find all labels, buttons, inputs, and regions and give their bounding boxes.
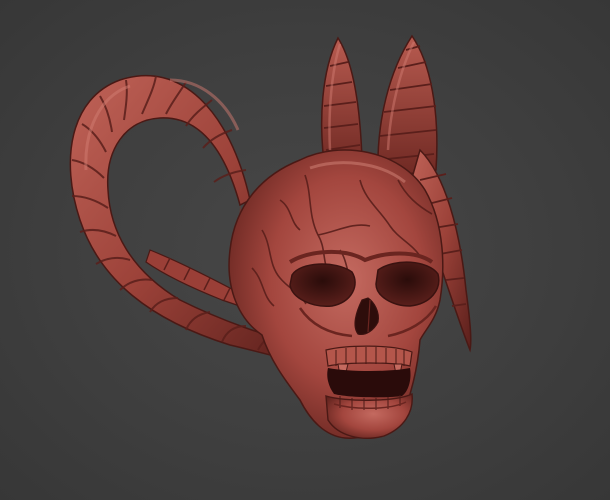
right-eye-socket xyxy=(375,261,440,307)
skull xyxy=(228,149,444,439)
sculpt-render xyxy=(69,34,472,439)
sculpt-viewport[interactable] xyxy=(0,0,610,500)
